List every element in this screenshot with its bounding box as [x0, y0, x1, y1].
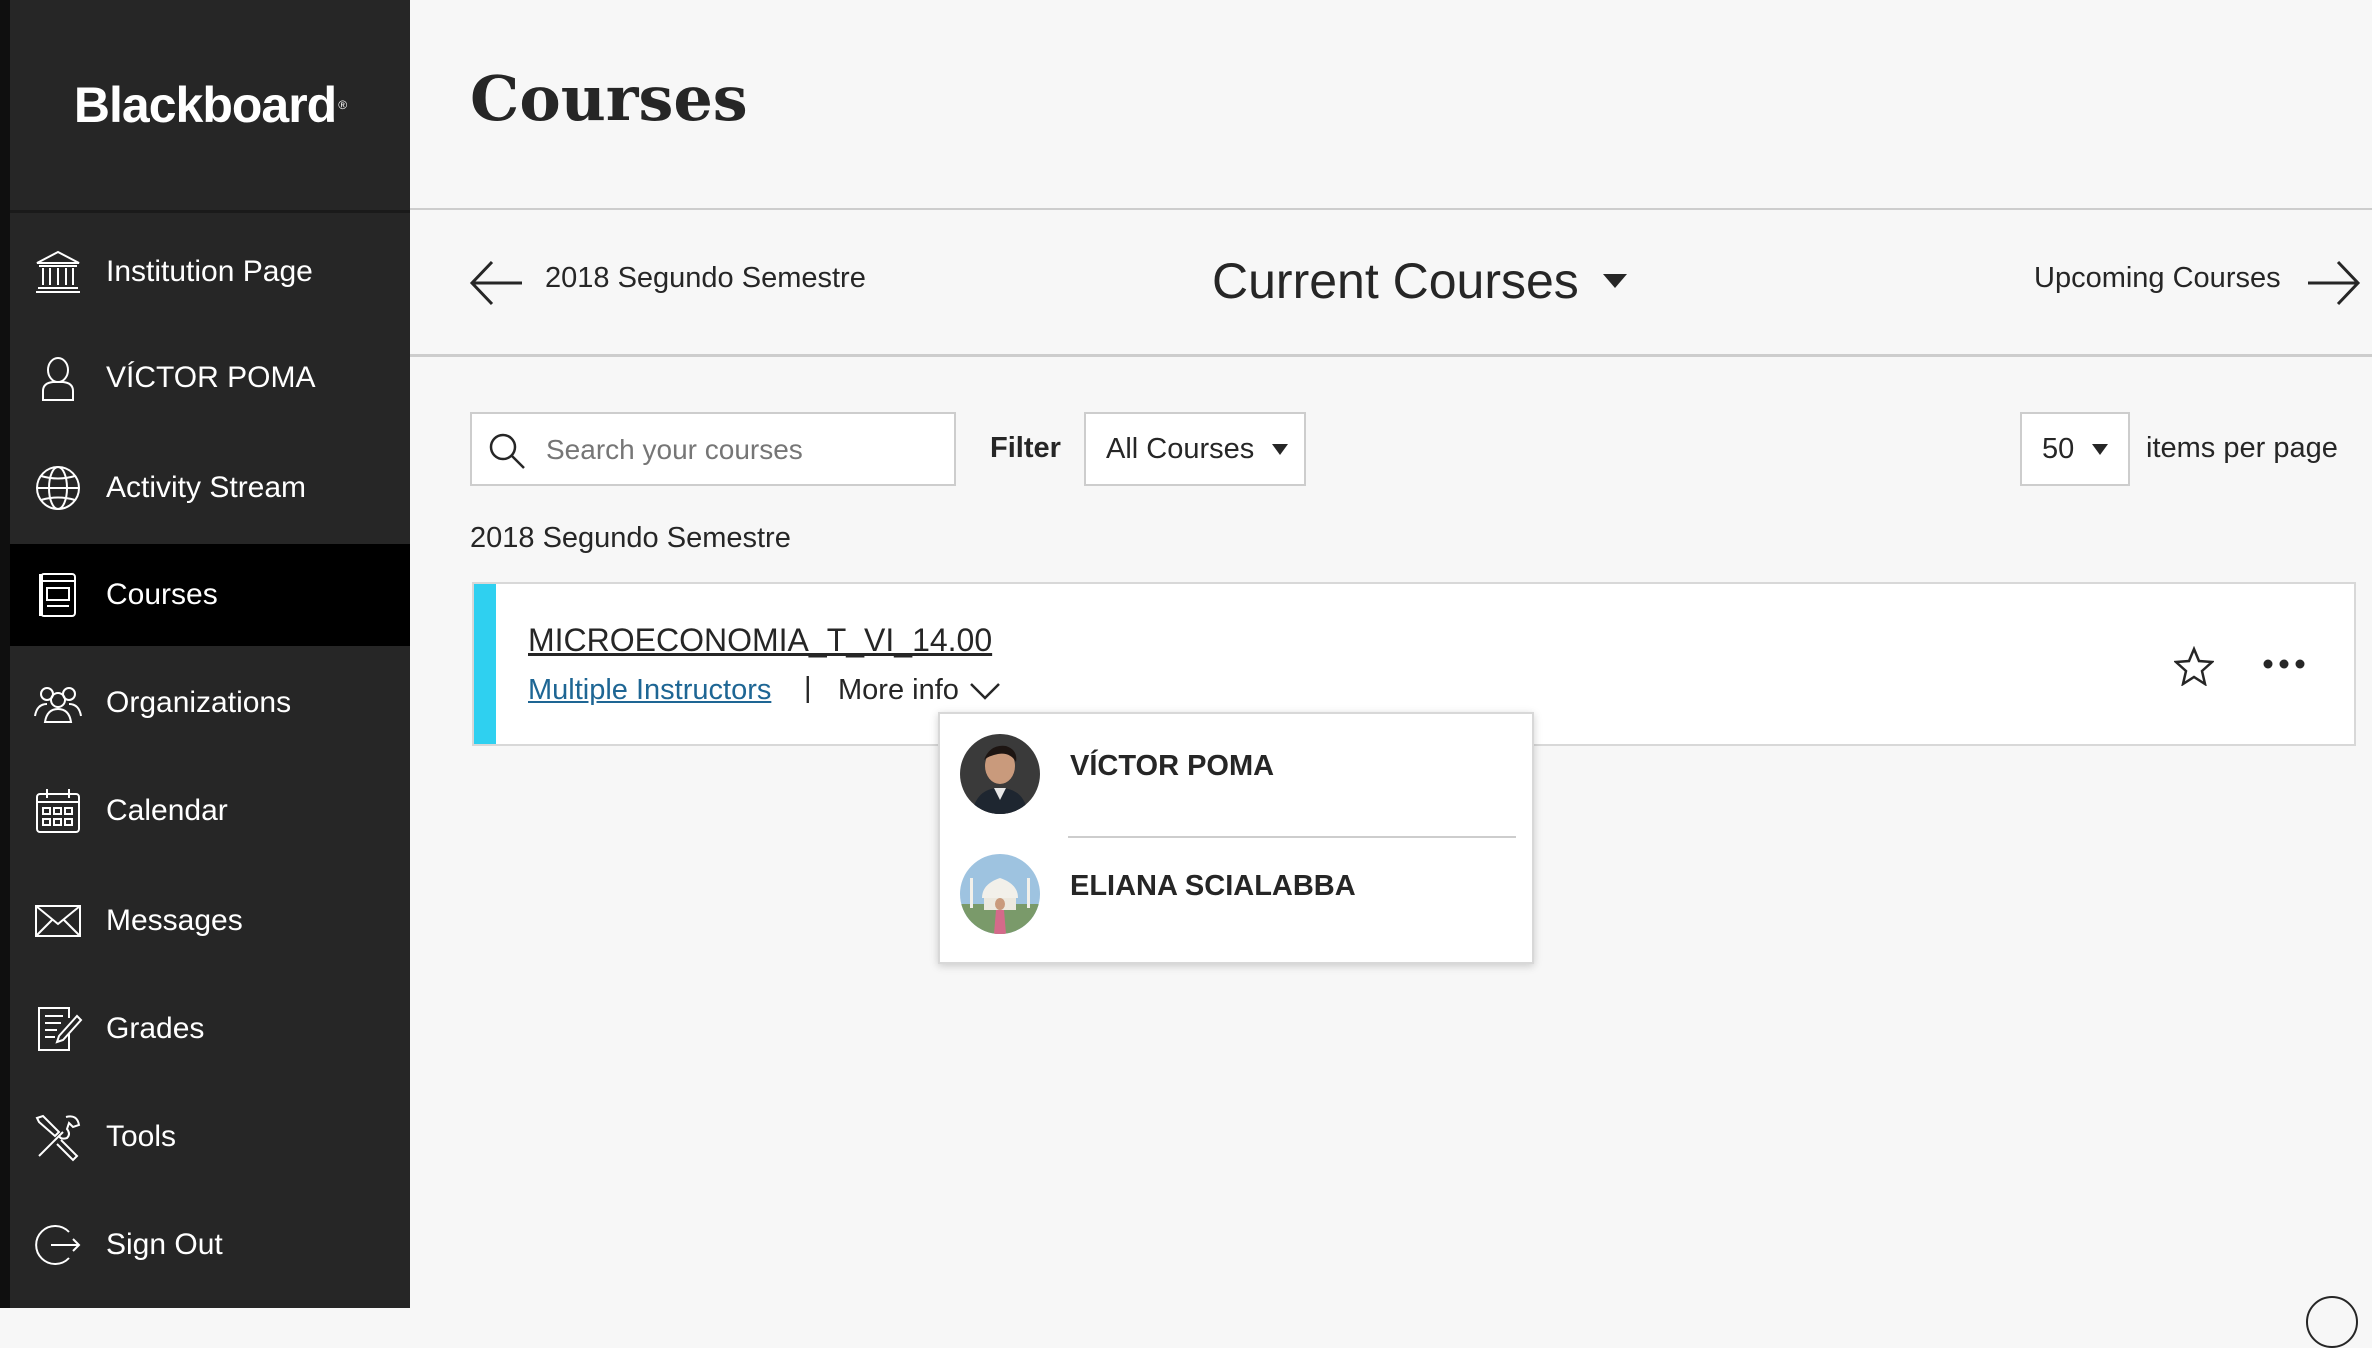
sidebar-item-grades[interactable]: Grades	[10, 978, 410, 1080]
tools-icon	[32, 1111, 84, 1163]
sidebar-item-label: VÍCTOR POMA	[106, 361, 316, 394]
caret-down-icon	[1602, 274, 1627, 288]
blackboard-logo[interactable]: Blackboard ®	[10, 0, 410, 213]
multiple-instructors-link[interactable]: Multiple Instructors	[528, 674, 771, 707]
sidebar-item-tools[interactable]: Tools	[10, 1086, 410, 1188]
grades-icon	[32, 1003, 84, 1055]
filter-label: Filter	[990, 432, 1061, 464]
chevron-down-icon	[970, 682, 1000, 700]
sidebar-item-organizations[interactable]: Organizations	[10, 652, 410, 754]
sidebar-item-label: Messages	[106, 904, 243, 937]
filter-select[interactable]: All Courses	[1084, 412, 1306, 486]
course-title-link[interactable]: MICROECONOMIA_T_VI_14.00	[528, 622, 992, 659]
items-per-page-value: 50	[2042, 432, 2075, 465]
separator: |	[804, 672, 812, 704]
brand-name: Blackboard	[73, 77, 337, 133]
more-info-toggle[interactable]: More info	[838, 674, 1001, 707]
next-term-link[interactable]: Upcoming Courses	[2034, 262, 2281, 295]
more-info-label: More info	[838, 674, 959, 706]
star-icon[interactable]	[2174, 646, 2214, 686]
sidebar-item-label: Tools	[106, 1120, 177, 1153]
sidebar: Blackboard ® Institution Page VÍCTOR POMA…	[10, 0, 410, 1308]
more-options-icon[interactable]	[2260, 644, 2308, 684]
instructor-name: VÍCTOR POMA	[1070, 750, 1275, 782]
brand-mark: ®	[338, 98, 347, 112]
organizations-icon	[32, 677, 84, 729]
window-edge	[0, 0, 10, 1308]
instructor-name: ELIANA SCIALABBA	[1070, 870, 1356, 902]
institution-icon	[32, 246, 84, 298]
filter-value: All Courses	[1106, 432, 1255, 465]
current-term-label: Current Courses	[1212, 253, 1579, 309]
sidebar-item-label: Sign Out	[106, 1228, 223, 1261]
sidebar-item-courses[interactable]: Courses	[10, 544, 410, 646]
arrow-right-icon[interactable]	[2306, 258, 2362, 308]
instructor-item[interactable]: ELIANA SCIALABBA	[960, 842, 1520, 942]
term-navigation: 2018 Segundo Semestre Current Courses Up…	[410, 208, 2372, 357]
current-term-dropdown[interactable]: Current Courses	[1212, 252, 1627, 310]
sidebar-item-label: Activity Stream	[106, 471, 307, 504]
user-icon	[32, 352, 84, 404]
items-per-page-label: items per page	[2146, 432, 2338, 464]
caret-down-icon	[1272, 443, 1289, 455]
course-color-stripe	[474, 584, 496, 744]
sidebar-item-institution-page[interactable]: Institution Page	[10, 221, 410, 323]
items-per-page-select[interactable]: 50	[2020, 412, 2130, 486]
page-title: Courses	[470, 62, 748, 135]
sidebar-item-label: Institution Page	[106, 255, 313, 288]
courses-icon	[32, 569, 84, 621]
search-input[interactable]	[544, 424, 948, 476]
instructor-item[interactable]: VÍCTOR POMA	[960, 722, 1520, 822]
sidebar-item-label: Grades	[106, 1012, 205, 1045]
sidebar-item-label: Calendar	[106, 794, 228, 827]
sidebar-item-activity-stream[interactable]: Activity Stream	[10, 437, 410, 539]
sidebar-item-calendar[interactable]: Calendar	[10, 760, 410, 862]
avatar	[960, 734, 1040, 814]
globe-icon	[32, 462, 84, 514]
sign-out-icon	[32, 1219, 84, 1271]
search-icon	[489, 433, 525, 469]
arrow-left-icon[interactable]	[468, 258, 524, 308]
search-courses-box	[470, 412, 956, 486]
sidebar-item-messages[interactable]: Messages	[10, 870, 410, 972]
divider	[1068, 836, 1516, 838]
sidebar-item-sign-out[interactable]: Sign Out	[10, 1194, 410, 1296]
term-heading: 2018 Segundo Semestre	[470, 522, 791, 554]
instructors-popover: VÍCTOR POMA ELIANA SCIALABBA	[938, 712, 1534, 964]
help-button[interactable]	[2306, 1296, 2358, 1348]
calendar-icon	[32, 785, 84, 837]
avatar	[960, 854, 1040, 934]
sidebar-item-profile[interactable]: VÍCTOR POMA	[10, 327, 410, 429]
caret-down-icon	[2092, 443, 2109, 455]
sidebar-item-label: Organizations	[106, 686, 292, 719]
main-content: Courses 2018 Segundo Semestre Current Co…	[410, 0, 2372, 1308]
envelope-icon	[32, 895, 84, 947]
previous-term-link[interactable]: 2018 Segundo Semestre	[545, 262, 866, 295]
sidebar-item-label: Courses	[106, 578, 218, 611]
